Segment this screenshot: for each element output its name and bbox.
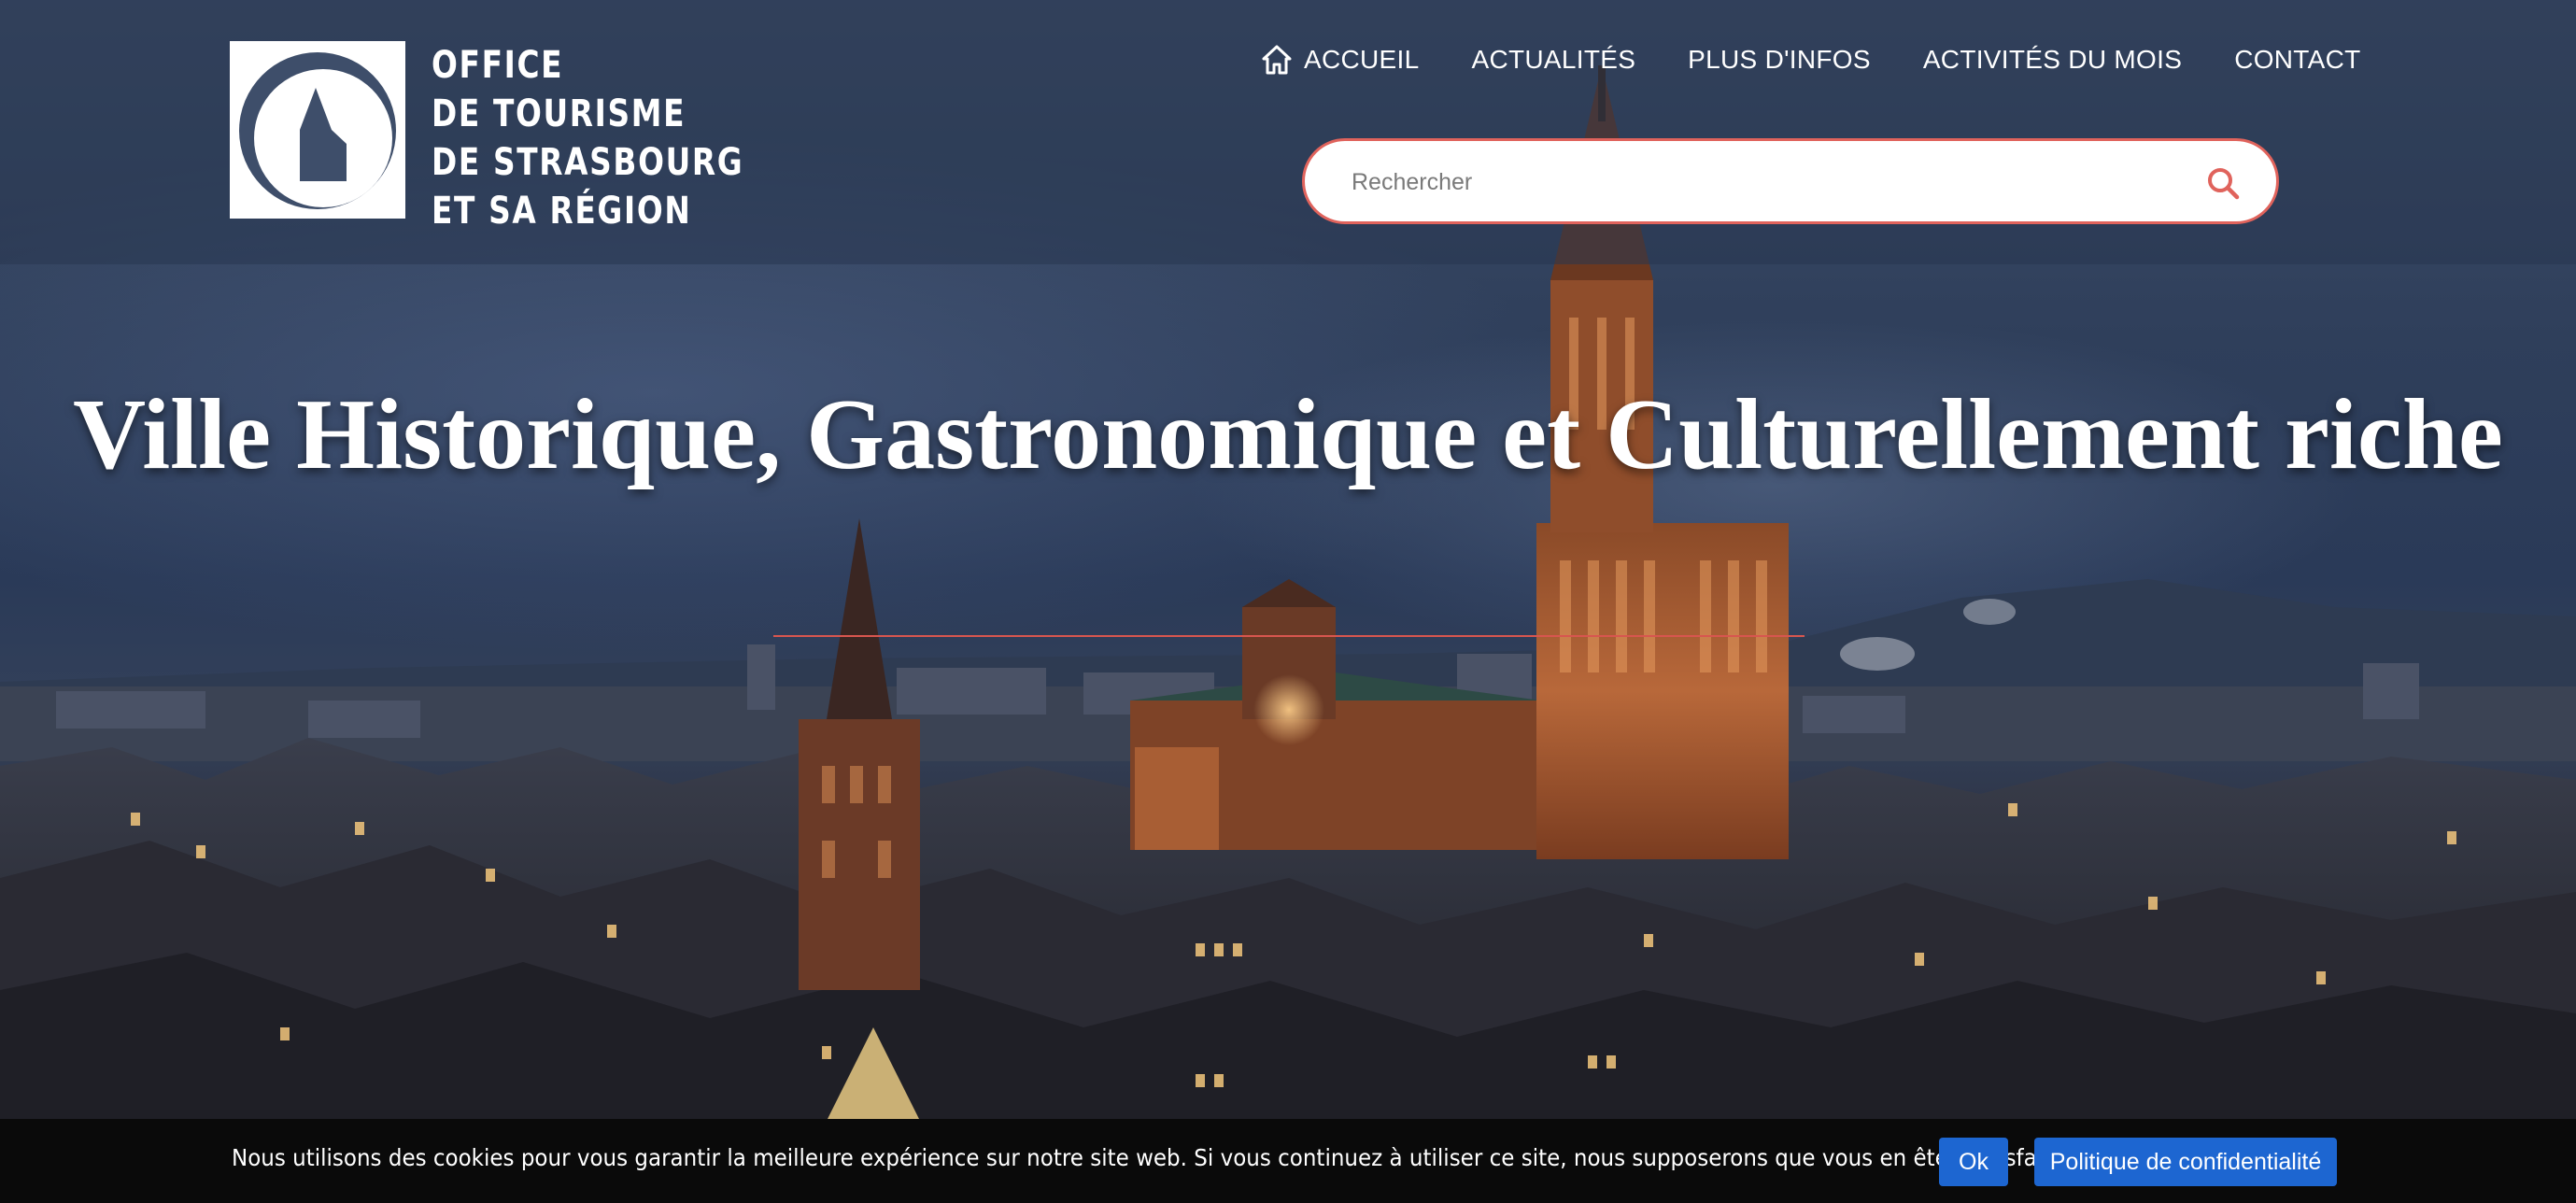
search-icon[interactable] [2205,165,2241,201]
nav-item-actualites[interactable]: ACTUALITÉS [1471,45,1635,75]
brand-line: DE STRASBOURG [432,141,744,184]
cathedral-logo-icon [230,41,405,219]
cookie-ok-button[interactable]: Ok [1939,1138,2008,1186]
brand-line: OFFICE [432,44,564,87]
main-navigation: ACCUEIL ACTUALITÉS PLUS D'INFOS ACTIVITÉ… [1261,41,2361,78]
brand-line: DE TOURISME [432,92,686,135]
cookie-message: Nous utilisons des cookies pour vous gar… [232,1144,2059,1171]
search-bar [1302,138,2279,224]
nav-item-label: ACTUALITÉS [1471,45,1636,74]
nav-item-label: CONTACT [2234,45,2361,74]
site-header: OFFICE DE TOURISME DE STRASBOURG ET SA R… [0,0,2576,264]
nav-item-label: ACCUEIL [1304,45,1420,74]
nav-item-plus-d-infos[interactable]: PLUS D'INFOS [1688,45,1871,75]
privacy-policy-button[interactable]: Politique de confidentialité [2034,1138,2337,1186]
brand-name: OFFICE DE TOURISME DE STRASBOURG ET SA R… [432,41,743,235]
brand-line: ET SA RÉGION [432,190,692,233]
search-input[interactable] [1350,141,2194,223]
nav-item-label: ACTIVITÉS DU MOIS [1922,45,2183,74]
brand-logo[interactable]: OFFICE DE TOURISME DE STRASBOURG ET SA R… [230,41,753,233]
hero-divider [773,635,1805,637]
home-icon [1262,45,1292,75]
nav-item-contact[interactable]: CONTACT [2234,45,2360,75]
hero-title: Ville Historique, Gastronomique et Cultu… [73,379,2503,490]
nav-item-label: PLUS D'INFOS [1688,45,1871,74]
nav-item-accueil[interactable]: ACCUEIL [1261,44,1419,76]
cookie-consent-bar: Nous utilisons des cookies pour vous gar… [0,1119,2576,1203]
nav-item-activites-du-mois[interactable]: ACTIVITÉS DU MOIS [1923,45,2182,75]
